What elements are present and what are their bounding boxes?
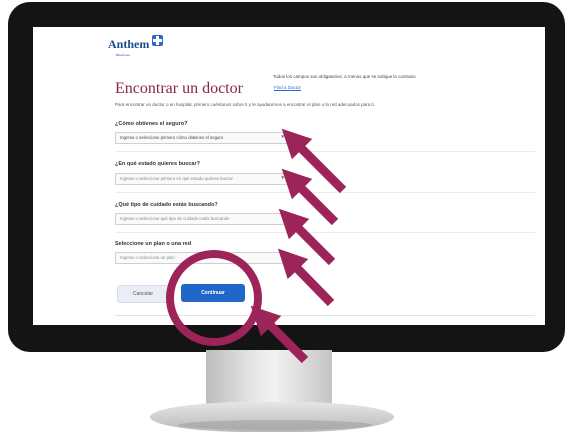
arrow-icon	[277, 248, 335, 307]
highlight-circle	[166, 250, 262, 346]
annotation-overlay	[166, 128, 347, 364]
arrow-icon	[281, 128, 347, 194]
arrow-icon	[250, 305, 309, 364]
arrow-icon	[281, 168, 339, 226]
arrow-icon	[278, 208, 336, 266]
